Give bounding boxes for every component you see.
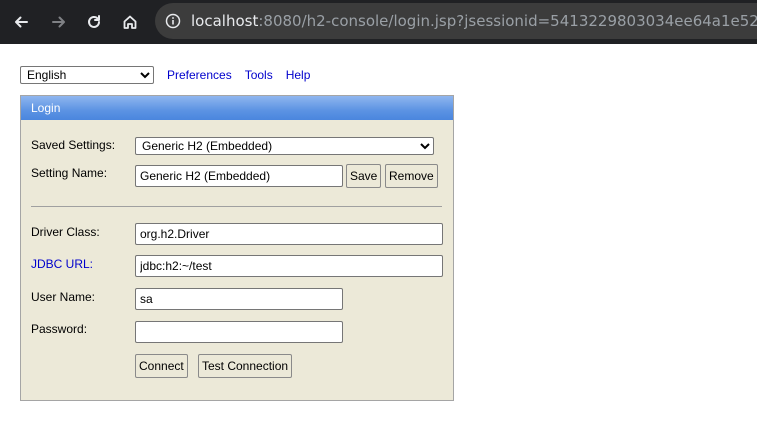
browser-toolbar: localhost:8080/h2-console/login.jsp?jses…	[0, 0, 757, 44]
tools-link[interactable]: Tools	[245, 68, 273, 82]
reload-icon	[88, 15, 100, 28]
test-connection-button[interactable]: Test Connection	[198, 354, 293, 378]
site-info-icon[interactable]	[165, 13, 181, 29]
top-navigation: English Preferences Tools Help	[20, 65, 310, 85]
password-label: Password:	[31, 322, 88, 336]
forward-button[interactable]	[47, 10, 71, 34]
login-title: Login	[21, 96, 453, 120]
setting-name-label: Setting Name:	[31, 166, 108, 180]
user-name-input[interactable]	[135, 288, 343, 310]
saved-settings-select[interactable]: Generic H2 (Embedded)	[135, 137, 434, 155]
jdbc-url-input[interactable]	[135, 255, 443, 277]
language-select[interactable]: English	[20, 66, 154, 84]
reload-button[interactable]	[82, 10, 106, 34]
arrow-left-icon	[15, 16, 28, 28]
setting-name-input[interactable]	[135, 165, 343, 187]
user-name-label: User Name:	[31, 290, 96, 304]
arrow-right-icon	[52, 16, 65, 28]
driver-class-label: Driver Class:	[31, 225, 100, 239]
jdbc-url-link[interactable]: JDBC URL:	[31, 257, 93, 271]
save-button[interactable]: Save	[346, 164, 382, 188]
connect-button[interactable]: Connect	[135, 354, 188, 378]
url-host: localhost	[191, 12, 259, 30]
driver-class-input[interactable]	[135, 223, 443, 245]
preferences-link[interactable]: Preferences	[167, 68, 232, 82]
login-panel: Login Saved Settings: Generic H2 (Embedd…	[20, 95, 454, 401]
saved-settings-label: Saved Settings:	[31, 138, 116, 152]
help-link[interactable]: Help	[286, 68, 311, 82]
url-path: :8080/h2-console/login.jsp?jsessionid=54…	[258, 12, 757, 30]
home-icon	[123, 15, 137, 29]
home-button[interactable]	[118, 10, 142, 34]
password-input[interactable]	[135, 321, 343, 343]
remove-button[interactable]: Remove	[385, 164, 438, 188]
address-bar[interactable]: localhost:8080/h2-console/login.jsp?jses…	[155, 3, 757, 39]
back-button[interactable]	[9, 10, 33, 34]
divider	[31, 206, 442, 207]
